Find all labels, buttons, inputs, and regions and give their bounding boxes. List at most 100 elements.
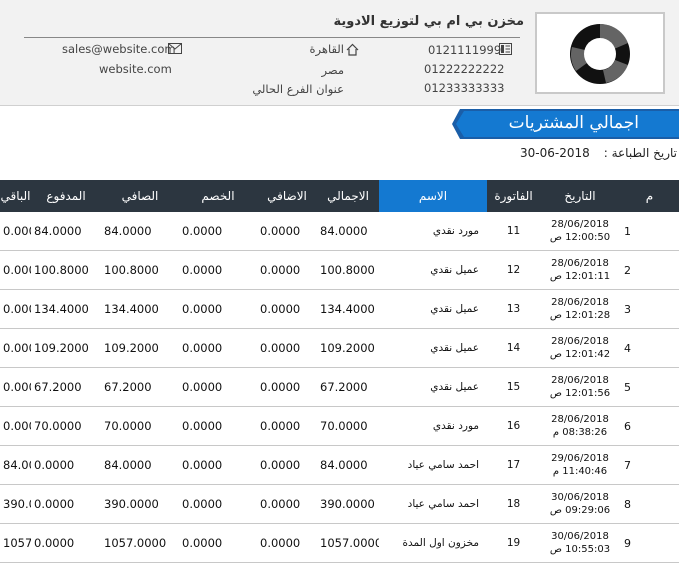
cell-paid: 109.2000 xyxy=(31,328,101,368)
cell-name: عميل نقدي xyxy=(379,289,487,329)
column-header-net[interactable]: الصافي xyxy=(101,180,179,212)
cell-date-time: 12:00:50 ص xyxy=(549,232,611,243)
cell-date: 28/06/2018 12:01:56 ص xyxy=(540,367,620,407)
cell-discount: 0.0000 xyxy=(179,289,257,329)
cell-index: 7 xyxy=(620,445,679,485)
cell-name: عميل نقدي xyxy=(379,328,487,368)
cell-remaining: 0.0000 xyxy=(0,406,31,446)
cell-extra: 0.0000 xyxy=(257,367,317,407)
cell-total: 84.0000 xyxy=(317,445,379,485)
cell-date: 28/06/2018 12:01:28 ص xyxy=(540,289,620,329)
cell-date-time: 08:38:26 م xyxy=(552,427,608,438)
cell-date-day: 28/06/2018 xyxy=(551,258,609,269)
cell-paid: 0.0000 xyxy=(31,445,101,485)
cell-net: 84.0000 xyxy=(101,445,179,485)
purchases-table: م التاريخ الفاتورة الاسم الاجمالي الاضافي الخص… xyxy=(0,180,679,563)
cell-paid: 0.0000 xyxy=(31,484,101,524)
cell-total: 67.2000 xyxy=(317,367,379,407)
cell-extra: 0.0000 xyxy=(257,445,317,485)
table-row[interactable]: 3 28/06/2018 12:01:28 ص 13 عميل نقدي 134.4000… xyxy=(0,289,679,329)
cell-date-time: 12:01:11 ص xyxy=(549,271,611,282)
table-row[interactable]: 9 30/06/2018 10:55:03 ص 19 مخزون اول المدة 10… xyxy=(0,523,679,563)
website[interactable]: website.com xyxy=(99,62,172,76)
phone-1: 0121111999 xyxy=(428,43,502,57)
cell-name: احمد سامي عياد xyxy=(379,445,487,485)
column-header-remaining[interactable]: الباقي xyxy=(0,180,31,212)
column-header-index[interactable]: م xyxy=(620,180,679,212)
column-header-invoice[interactable]: الفاتورة xyxy=(487,180,540,212)
cell-date-time: 10:55:03 ص xyxy=(549,544,611,555)
cell-paid: 70.0000 xyxy=(31,406,101,446)
cell-extra: 0.0000 xyxy=(257,406,317,446)
cell-paid: 0.0000 xyxy=(31,523,101,563)
cell-total: 1057.0000 xyxy=(317,523,379,563)
cell-extra: 0.0000 xyxy=(257,212,317,251)
cell-discount: 0.0000 xyxy=(179,406,257,446)
cell-discount: 0.0000 xyxy=(179,250,257,290)
cell-remaining: 0.0000 xyxy=(0,367,31,407)
cell-paid: 134.4000 xyxy=(31,289,101,329)
cell-date: 30/06/2018 09:29:06 ص xyxy=(540,484,620,524)
cell-extra: 0.0000 xyxy=(257,523,317,563)
cell-index: 5 xyxy=(620,367,679,407)
home-icon xyxy=(346,43,359,56)
cell-date-day: 30/06/2018 xyxy=(551,531,609,542)
table-row[interactable]: 7 29/06/2018 11:40:46 م 17 احمد سامي عياد 84.… xyxy=(0,445,679,485)
cell-index: 4 xyxy=(620,328,679,368)
header-divider xyxy=(24,37,520,38)
cell-net: 390.0000 xyxy=(101,484,179,524)
cell-date-time: 12:01:56 ص xyxy=(549,388,611,399)
print-date-value: 30-06-2018 xyxy=(520,146,590,160)
cell-name: مورد نقدي xyxy=(379,212,487,251)
cell-invoice: 12 xyxy=(487,250,540,290)
print-date-label: تاريخ الطباعة : xyxy=(603,146,677,160)
column-header-date[interactable]: التاريخ xyxy=(540,180,620,212)
cell-remaining: 1057.0000 xyxy=(0,523,31,563)
cell-date-day: 29/06/2018 xyxy=(551,453,609,464)
cell-net: 100.8000 xyxy=(101,250,179,290)
cell-net: 84.0000 xyxy=(101,212,179,251)
cell-date-day: 28/06/2018 xyxy=(551,414,609,425)
cell-date: 28/06/2018 12:01:11 ص xyxy=(540,250,620,290)
cell-date-time: 09:29:06 ص xyxy=(549,505,611,516)
cell-index: 8 xyxy=(620,484,679,524)
cell-total: 390.0000 xyxy=(317,484,379,524)
cell-date-day: 28/06/2018 xyxy=(551,336,609,347)
cell-date-time: 12:01:28 ص xyxy=(549,310,611,321)
email[interactable]: sales@website.com xyxy=(62,42,176,56)
cell-remaining: 0.0000 xyxy=(0,289,31,329)
cell-remaining: 0.0000 xyxy=(0,250,31,290)
table-row[interactable]: 1 28/06/2018 12:00:50 ص 11 مورد نقدي 84.0000 0… xyxy=(0,212,679,251)
cell-invoice: 16 xyxy=(487,406,540,446)
column-header-total[interactable]: الاجمالي xyxy=(317,180,379,212)
table-row[interactable]: 6 28/06/2018 08:38:26 م 16 مورد نقدي 70.0000 0… xyxy=(0,406,679,446)
table-row[interactable]: 4 28/06/2018 12:01:42 ص 14 عميل نقدي 109.2000… xyxy=(0,328,679,368)
cell-invoice: 14 xyxy=(487,328,540,368)
cell-remaining: 0.0000 xyxy=(0,328,31,368)
table-row[interactable]: 5 28/06/2018 12:01:56 ص 15 عميل نقدي 67.2000 0… xyxy=(0,367,679,407)
column-header-extra[interactable]: الاضافي xyxy=(257,180,317,212)
cell-net: 70.0000 xyxy=(101,406,179,446)
cell-net: 134.4000 xyxy=(101,289,179,329)
cell-net: 67.2000 xyxy=(101,367,179,407)
company-header: مخزن بي ام بي لتوزيع الادوية 0121111999 … xyxy=(0,0,679,106)
cell-invoice: 17 xyxy=(487,445,540,485)
cell-total: 134.4000 xyxy=(317,289,379,329)
cell-name: احمد سامي عياد xyxy=(379,484,487,524)
cell-invoice: 11 xyxy=(487,212,540,251)
cell-name: عميل نقدي xyxy=(379,367,487,407)
cell-discount: 0.0000 xyxy=(179,445,257,485)
cell-date-time: 12:01:42 ص xyxy=(549,349,611,360)
cell-invoice: 19 xyxy=(487,523,540,563)
cell-name: مورد نقدي xyxy=(379,406,487,446)
column-header-discount[interactable]: الخصم xyxy=(179,180,257,212)
column-header-paid[interactable]: المدفوع xyxy=(31,180,101,212)
cell-discount: 0.0000 xyxy=(179,328,257,368)
column-header-name[interactable]: الاسم xyxy=(379,180,487,212)
cell-remaining: 84.0000 xyxy=(0,445,31,485)
cell-date: 29/06/2018 11:40:46 م xyxy=(540,445,620,485)
table-row[interactable]: 8 30/06/2018 09:29:06 ص 18 احمد سامي عياد 390… xyxy=(0,484,679,524)
table-row[interactable]: 2 28/06/2018 12:01:11 ص 12 عميل نقدي 100.8000… xyxy=(0,250,679,290)
cell-paid: 100.8000 xyxy=(31,250,101,290)
cell-total: 109.2000 xyxy=(317,328,379,368)
